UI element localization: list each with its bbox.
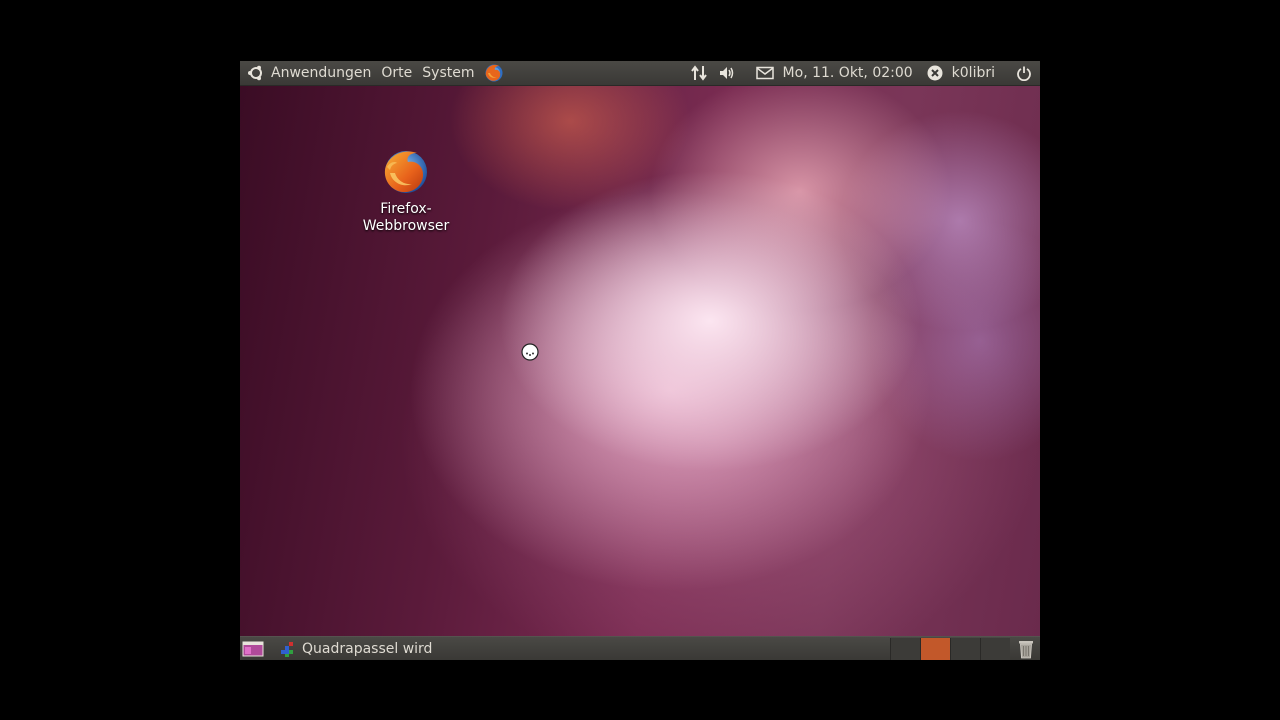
busy-cursor-icon [521, 343, 539, 361]
workspace-switcher [890, 638, 1010, 660]
menu-orte[interactable]: Orte [376, 61, 417, 85]
user-status-icon[interactable] [925, 63, 945, 83]
top-panel-tray: Mo, 11. Okt, 02:00 k0libri [685, 61, 1040, 85]
quadrapassel-icon [281, 642, 293, 657]
top-panel: Anwendungen Orte System Mo, 11. Okt, 02:… [240, 61, 1040, 86]
show-desktop-icon[interactable] [242, 640, 264, 658]
workspace-2[interactable] [920, 638, 950, 660]
desktop-screen: Anwendungen Orte System Mo, 11. Okt, 02:… [240, 61, 1040, 660]
menu-system[interactable]: System [417, 61, 479, 85]
desktop-icon-label-line1: Firefox- [380, 201, 432, 217]
trash-icon[interactable] [1016, 638, 1036, 660]
power-icon[interactable] [1014, 63, 1034, 83]
taskbar-item-quadrapassel[interactable]: Quadrapassel wird ges… [276, 638, 442, 660]
volume-icon[interactable] [717, 63, 737, 83]
workspace-4[interactable] [980, 638, 1010, 660]
desktop-icon-firefox[interactable]: Firefox- Webbrowser [352, 147, 460, 235]
workspace-1[interactable] [890, 638, 920, 660]
menu-anwendungen[interactable]: Anwendungen [266, 61, 376, 85]
mail-icon[interactable] [755, 63, 775, 83]
workspace-3[interactable] [950, 638, 980, 660]
bottom-panel: Quadrapassel wird ges… [240, 636, 1040, 660]
firefox-launcher-icon[interactable] [484, 63, 504, 83]
network-icon[interactable] [689, 63, 709, 83]
firefox-icon [384, 151, 427, 193]
task-label: Quadrapassel wird ges… [302, 641, 434, 657]
user-name[interactable]: k0libri [947, 61, 1000, 85]
clock[interactable]: Mo, 11. Okt, 02:00 [783, 65, 913, 81]
ubuntu-logo-icon[interactable] [246, 63, 266, 83]
desktop-icon-label-line2: Webbrowser [362, 218, 450, 234]
